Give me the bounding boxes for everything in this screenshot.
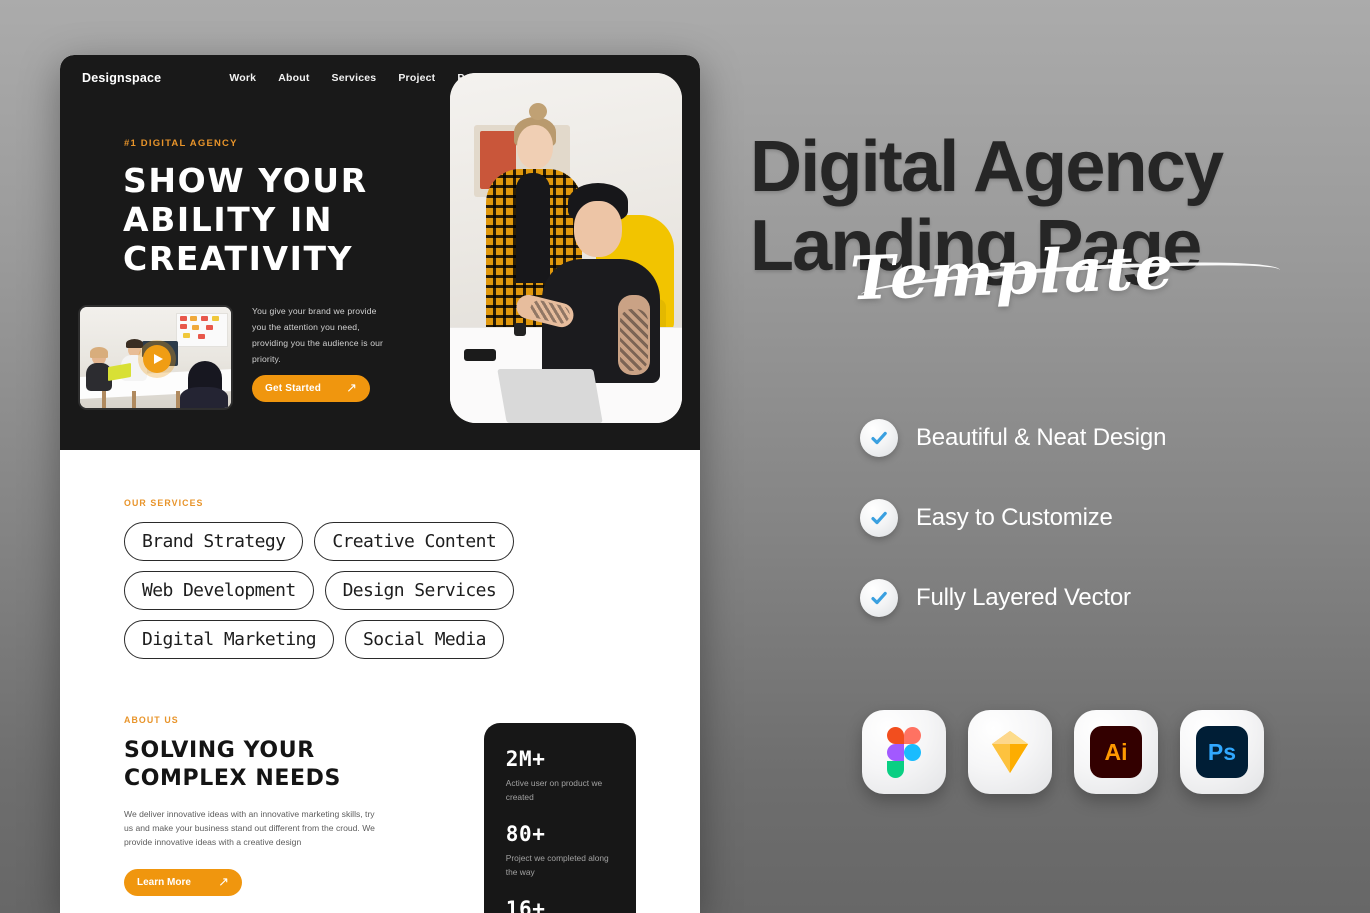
check-icon [860, 499, 898, 537]
feature-item: Fully Layered Vector [860, 558, 1166, 638]
mockup-content-section: OUR SERVICES Brand Strategy Creative Con… [60, 450, 700, 913]
check-icon [860, 579, 898, 617]
service-chip-design-services[interactable]: Design Services [324, 571, 515, 610]
arrow-up-right-icon: ↗ [218, 874, 229, 889]
app-icon-row: Ai Ps [862, 710, 1264, 794]
nav-item-services[interactable]: Services [332, 72, 377, 84]
stat-caption: Project we completed along the way [505, 853, 609, 877]
service-chip-digital-marketing[interactable]: Digital Marketing [124, 620, 335, 659]
landing-page-mockup-card: Designspace Work About Services Project … [60, 55, 700, 913]
hero-description: You give your brand we provide you the a… [252, 306, 384, 364]
about-section: ABOUT US SOLVING YOUR COMPLEX NEEDS We d… [124, 715, 636, 913]
illustrator-label: Ai [1090, 726, 1142, 778]
about-body-text: We deliver innovative ideas with an inno… [124, 809, 375, 847]
get-started-button[interactable]: Get Started ↗ [252, 375, 370, 402]
photoshop-label: Ps [1196, 726, 1248, 778]
stat-caption: Active user on product we created [505, 778, 603, 802]
learn-more-button[interactable]: Learn More ↗ [124, 869, 242, 896]
about-text-column: ABOUT US SOLVING YOUR COMPLEX NEEDS We d… [124, 715, 432, 913]
stat-item: 2M+ Active user on product we created [506, 747, 614, 804]
feature-item: Beautiful & Neat Design [860, 398, 1166, 478]
statistics-card: 2M+ Active user on product we created 80… [483, 723, 636, 913]
service-chip-list: Brand Strategy Creative Content Web Deve… [124, 522, 644, 659]
stat-value: 2M+ [505, 747, 546, 771]
illustrator-icon: Ai [1074, 710, 1158, 794]
hero-video-thumbnail[interactable] [78, 305, 233, 410]
about-title: SOLVING YOUR COMPLEX NEEDS [124, 738, 341, 791]
hero-title: SHOW YOUR ABILITY IN CREATIVITY [123, 161, 368, 278]
nav-item-work[interactable]: Work [229, 72, 256, 84]
feature-item: Easy to Customize [860, 478, 1166, 558]
play-icon[interactable] [143, 345, 171, 373]
check-icon [860, 419, 898, 457]
stat-item: 80+ Project we completed along the way [506, 822, 614, 879]
services-kicker: OUR SERVICES [124, 498, 204, 508]
feature-label: Fully Layered Vector [916, 584, 1131, 611]
hero-eyebrow: #1 DIGITAL AGENCY [124, 138, 238, 149]
figma-icon [862, 710, 946, 794]
learn-more-label: Learn More [137, 877, 191, 888]
promo-title-line-1: Digital Agency [750, 127, 1224, 207]
feature-label: Beautiful & Neat Design [916, 424, 1167, 451]
hero-photo [450, 73, 682, 423]
mockup-hero-section: Designspace Work About Services Project … [60, 55, 700, 450]
stat-item: 16+ [506, 897, 614, 913]
nav-item-project[interactable]: Project [398, 72, 435, 84]
nav-item-about[interactable]: About [278, 72, 309, 84]
service-chip-web-development[interactable]: Web Development [124, 571, 314, 610]
sketch-icon [968, 710, 1052, 794]
stat-value: 16+ [505, 897, 546, 913]
feature-list: Beautiful & Neat Design Easy to Customiz… [860, 398, 1166, 638]
stat-value: 80+ [505, 822, 546, 846]
arrow-up-right-icon: ↗ [346, 380, 357, 395]
service-chip-creative-content[interactable]: Creative Content [314, 522, 515, 561]
get-started-label: Get Started [265, 383, 322, 394]
about-kicker: ABOUT US [124, 715, 179, 725]
brand-logo[interactable]: Designspace [82, 71, 161, 85]
feature-label: Easy to Customize [916, 504, 1113, 531]
service-chip-social-media[interactable]: Social Media [345, 620, 504, 659]
service-chip-brand-strategy[interactable]: Brand Strategy [124, 522, 304, 561]
photoshop-icon: Ps [1180, 710, 1264, 794]
